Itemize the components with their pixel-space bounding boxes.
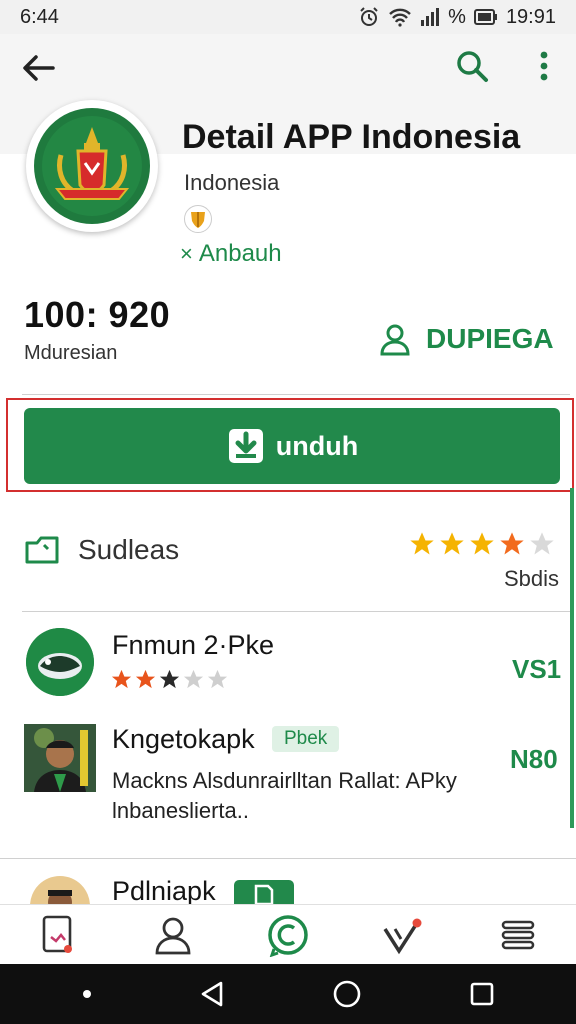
install-status: × Anbauh bbox=[180, 240, 282, 268]
download-icon bbox=[228, 429, 263, 463]
download-button-label: unduh bbox=[275, 430, 359, 461]
nav-apps[interactable] bbox=[28, 907, 88, 963]
status-icons: % 19:91 bbox=[358, 6, 556, 29]
user-icon bbox=[380, 324, 410, 356]
nav-updates[interactable] bbox=[373, 907, 433, 963]
app-logo bbox=[26, 100, 158, 232]
downloads-count: 100: 920 bbox=[24, 294, 171, 335]
rating-stars bbox=[408, 530, 556, 558]
star-icon bbox=[500, 532, 524, 555]
bottom-navigation bbox=[0, 904, 576, 964]
home-circle-icon[interactable] bbox=[332, 979, 362, 1009]
star-icon bbox=[159, 669, 180, 689]
list-item-value: N80 bbox=[510, 744, 558, 774]
status-bar: 6:44 % 19:91 bbox=[0, 0, 576, 34]
scroll-indicator bbox=[570, 488, 574, 828]
downloads-label: Mduresian bbox=[24, 342, 118, 364]
app-thumbnail bbox=[26, 628, 94, 696]
reviews-title: Sudleas bbox=[78, 534, 180, 565]
divider bbox=[22, 611, 570, 612]
battery-percent: % bbox=[448, 5, 466, 28]
tablet-icon bbox=[42, 915, 72, 953]
menu-icon bbox=[502, 920, 535, 949]
more-vertical-icon bbox=[540, 51, 548, 81]
divider bbox=[22, 394, 570, 395]
alarm-icon bbox=[360, 7, 378, 26]
dot-icon[interactable] bbox=[82, 989, 92, 999]
recents-square-icon[interactable] bbox=[469, 981, 495, 1007]
back-button[interactable] bbox=[18, 48, 58, 88]
star-icon bbox=[410, 532, 434, 555]
list-item-description-line: lnbaneslierta.. bbox=[112, 798, 249, 823]
wifi-icon bbox=[389, 8, 411, 27]
person-avatar bbox=[30, 876, 90, 904]
developer-link[interactable]: DUPIEGA bbox=[378, 322, 554, 356]
user-icon bbox=[155, 917, 191, 954]
list-item-photo[interactable] bbox=[24, 724, 96, 792]
more-options-button[interactable] bbox=[528, 46, 560, 86]
shield-badge-icon bbox=[191, 212, 205, 228]
search-button[interactable] bbox=[452, 46, 492, 86]
signal-icon bbox=[421, 8, 440, 26]
reviews-subtitle: Sbdis bbox=[504, 566, 560, 591]
list-item-avatar[interactable] bbox=[30, 876, 90, 904]
list-item-value: VS1 bbox=[512, 654, 562, 684]
star-empty-icon bbox=[530, 532, 554, 555]
star-empty-icon bbox=[207, 669, 228, 689]
app-badge bbox=[184, 205, 212, 233]
tag-icon bbox=[254, 884, 274, 904]
arrow-back-icon bbox=[23, 55, 55, 81]
copyright-circle-icon bbox=[268, 914, 308, 957]
folder-tag-icon bbox=[25, 536, 59, 564]
reviews-header[interactable]: Sudleas bbox=[24, 534, 179, 566]
app-title: Detail APP Indonesia bbox=[182, 118, 521, 156]
list-item-title[interactable]: Fnmun 2·Pke bbox=[112, 630, 274, 661]
install-status-label: Anbauh bbox=[198, 240, 282, 267]
back-triangle-icon[interactable] bbox=[199, 980, 225, 1008]
check-badge-icon bbox=[383, 918, 422, 954]
list-item-avatar[interactable] bbox=[26, 628, 94, 696]
star-icon bbox=[135, 669, 156, 689]
developer-link-label: DUPIEGA bbox=[426, 323, 554, 354]
list-item-title[interactable]: Kngetokapk bbox=[112, 724, 255, 755]
list-item-description-line: Mackns Alsdunrairlltan Rallat: APky bbox=[112, 768, 457, 793]
list-item-rating bbox=[110, 668, 229, 691]
star-empty-icon bbox=[183, 669, 204, 689]
x-icon: × bbox=[180, 241, 193, 266]
nav-home[interactable] bbox=[258, 907, 318, 963]
star-icon bbox=[111, 669, 132, 689]
star-icon bbox=[440, 532, 464, 555]
app-developer[interactable]: Indonesia bbox=[184, 170, 279, 196]
search-icon bbox=[457, 51, 488, 82]
emblem-logo bbox=[34, 108, 150, 224]
download-button[interactable]: unduh bbox=[24, 408, 560, 484]
list-item-title[interactable]: Pdlniapk bbox=[112, 876, 216, 904]
battery-icon bbox=[473, 9, 497, 25]
nav-menu[interactable] bbox=[488, 907, 548, 963]
list-item-badge bbox=[234, 880, 294, 904]
status-time-left: 6:44 bbox=[20, 5, 59, 28]
list-item-tag: Pbek bbox=[272, 726, 340, 752]
person-photo bbox=[24, 724, 96, 792]
divider bbox=[0, 858, 576, 859]
status-time-right: 19:91 bbox=[505, 5, 556, 28]
list-item-description: Mackns Alsdunrairlltan Rallat: APky lnba… bbox=[112, 766, 512, 826]
system-navigation-bar bbox=[0, 964, 576, 1024]
star-icon bbox=[470, 532, 494, 555]
nav-profile[interactable] bbox=[143, 907, 203, 963]
